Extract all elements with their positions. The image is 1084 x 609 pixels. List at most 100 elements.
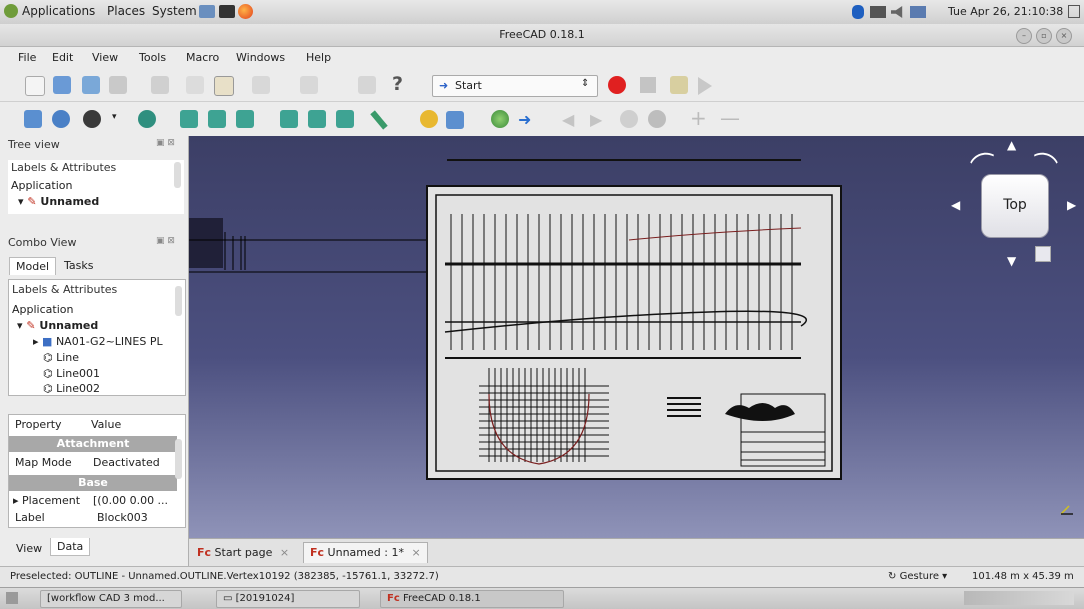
cut-icon[interactable] [151, 76, 169, 94]
placement-value[interactable]: [(0.00 0.00 ... [93, 494, 168, 507]
web-icon[interactable] [491, 110, 509, 128]
rear-view-icon[interactable] [280, 110, 298, 128]
show-desktop-icon[interactable] [6, 592, 18, 604]
navcube-mini-cube-icon[interactable] [1035, 246, 1051, 262]
zoom-in-icon[interactable]: + [690, 106, 707, 130]
tree-doc-unnamed[interactable]: ▾ ✎ Unnamed [18, 195, 99, 208]
tab-tasks[interactable]: Tasks [58, 257, 99, 274]
tab-data[interactable]: Data [50, 538, 91, 556]
isometric-view-icon[interactable] [138, 110, 156, 128]
dock-float-icon[interactable]: ▣ ⊠ [156, 236, 175, 246]
bottom-view-icon[interactable] [308, 110, 326, 128]
redo-icon[interactable] [300, 76, 318, 94]
dock-float-icon[interactable]: ▣ ⊠ [156, 138, 175, 148]
whats-this-icon[interactable]: ? [392, 73, 403, 95]
menu-windows[interactable]: Windows [236, 51, 285, 64]
zoom-out-icon[interactable]: — [720, 106, 740, 130]
placement-label[interactable]: ▸ Placement [13, 494, 80, 507]
help-launcher-icon[interactable] [199, 5, 215, 18]
open-icon[interactable] [53, 76, 71, 94]
places-menu[interactable]: Places [107, 4, 145, 18]
stop-icon[interactable] [648, 110, 666, 128]
front-view-icon[interactable] [180, 110, 198, 128]
forward-arrow-icon[interactable]: ➜ [518, 110, 531, 129]
draw-style-dropdown-icon[interactable]: ▾ [112, 112, 117, 122]
menu-tools[interactable]: Tools [139, 51, 166, 64]
workbench-selector[interactable]: ➜ Start ⇕ [432, 75, 598, 97]
paste-icon[interactable] [214, 76, 234, 96]
navigation-style[interactable]: ↻ Gesture ▾ [888, 571, 947, 582]
tree-item-line[interactable]: ⌬ Line [43, 351, 79, 364]
taskbar-item-workflow[interactable]: [workflow CAD 3 mod... [40, 590, 182, 608]
tree-item-lines-pl[interactable]: ▸ ■ NA01-G2~LINES PL [33, 335, 163, 348]
map-mode-value[interactable]: Deactivated [93, 456, 160, 469]
section-base[interactable]: Base [9, 475, 177, 491]
tree-item-line001[interactable]: ⌬ Line001 [43, 367, 100, 380]
nav-back-icon[interactable]: ◀ [562, 110, 574, 129]
label-value[interactable]: Block003 [97, 511, 148, 524]
left-view-icon[interactable] [336, 110, 354, 128]
display-icon[interactable] [910, 6, 926, 18]
menu-view[interactable]: View [92, 51, 118, 64]
window-titlebar[interactable]: FreeCAD 0.18.1 – ▫ × [0, 24, 1084, 47]
macro-edit-icon[interactable] [670, 76, 688, 94]
model-doc-unnamed[interactable]: ▾ ✎ Unnamed [17, 319, 98, 332]
menu-help[interactable]: Help [306, 51, 331, 64]
workspace-switcher[interactable] [964, 591, 1074, 605]
reload-icon[interactable] [620, 110, 638, 128]
minimize-icon[interactable]: – [1016, 28, 1032, 44]
section-attachment[interactable]: Attachment [9, 436, 177, 452]
macro-run-icon[interactable] [698, 77, 712, 95]
firefox-icon[interactable] [238, 4, 253, 19]
navcube-top-face[interactable]: Top [981, 174, 1049, 238]
part-icon[interactable] [420, 110, 438, 128]
zoom-selection-icon[interactable] [52, 110, 70, 128]
property-scrollbar[interactable] [175, 439, 182, 479]
new-document-icon[interactable] [25, 76, 45, 96]
menu-edit[interactable]: Edit [52, 51, 73, 64]
tab-model[interactable]: Model [9, 257, 57, 275]
refresh-icon[interactable] [358, 76, 376, 94]
macro-stop-icon[interactable] [640, 77, 656, 93]
top-view-icon[interactable] [208, 110, 226, 128]
navcube-left-icon[interactable]: ◀ [951, 198, 960, 212]
navcube-right-icon[interactable]: ▶ [1067, 198, 1076, 212]
tree-item-line002[interactable]: ⌬ Line002 [43, 382, 100, 395]
navcube-down-icon[interactable]: ▼ [1007, 254, 1016, 268]
measure-icon[interactable] [370, 110, 388, 130]
close-icon[interactable]: × [280, 546, 289, 559]
tab-view[interactable]: View [10, 540, 48, 557]
volume-icon[interactable] [891, 6, 903, 18]
bluetooth-icon[interactable] [852, 5, 864, 19]
gnome-foot-icon[interactable] [4, 4, 18, 18]
navcube-up-icon[interactable]: ▲ [1007, 138, 1016, 152]
right-view-icon[interactable] [236, 110, 254, 128]
menu-file[interactable]: File [18, 51, 36, 64]
tab-start-page[interactable]: Fc Start page × [197, 544, 289, 562]
taskbar-item-freecad[interactable]: Fc FreeCAD 0.18.1 [380, 590, 564, 608]
close-icon[interactable]: × [411, 546, 420, 559]
network-icon[interactable] [870, 6, 886, 18]
macro-record-icon[interactable] [608, 76, 626, 94]
save-icon[interactable] [82, 76, 100, 94]
model-scrollbar[interactable] [175, 286, 182, 316]
3d-viewport[interactable]: Top ⌒ ⌒ ▲ ◀ ▶ ▼ [189, 136, 1084, 538]
panel-clock[interactable]: Tue Apr 26, 21:10:38 [948, 5, 1063, 18]
show-desktop-icon[interactable] [1068, 5, 1080, 18]
nav-forward-icon[interactable]: ▶ [590, 110, 602, 129]
tree-scrollbar[interactable] [174, 162, 181, 188]
group-icon[interactable] [446, 111, 464, 129]
fit-all-icon[interactable] [24, 110, 42, 128]
system-menu[interactable]: System [152, 4, 197, 18]
applications-menu[interactable]: Applications [22, 4, 95, 18]
close-icon[interactable]: × [1056, 28, 1072, 44]
undo-icon[interactable] [252, 76, 270, 94]
terminal-launcher-icon[interactable] [219, 5, 235, 18]
tab-unnamed[interactable]: Fc Unnamed : 1* × [303, 542, 428, 563]
draw-style-icon[interactable] [83, 110, 101, 128]
menu-macro[interactable]: Macro [186, 51, 219, 64]
taskbar-item-folder[interactable]: ▭ [20191024] [216, 590, 360, 608]
maximize-icon[interactable]: ▫ [1036, 28, 1052, 44]
copy-icon[interactable] [186, 76, 204, 94]
print-icon[interactable] [109, 76, 127, 94]
